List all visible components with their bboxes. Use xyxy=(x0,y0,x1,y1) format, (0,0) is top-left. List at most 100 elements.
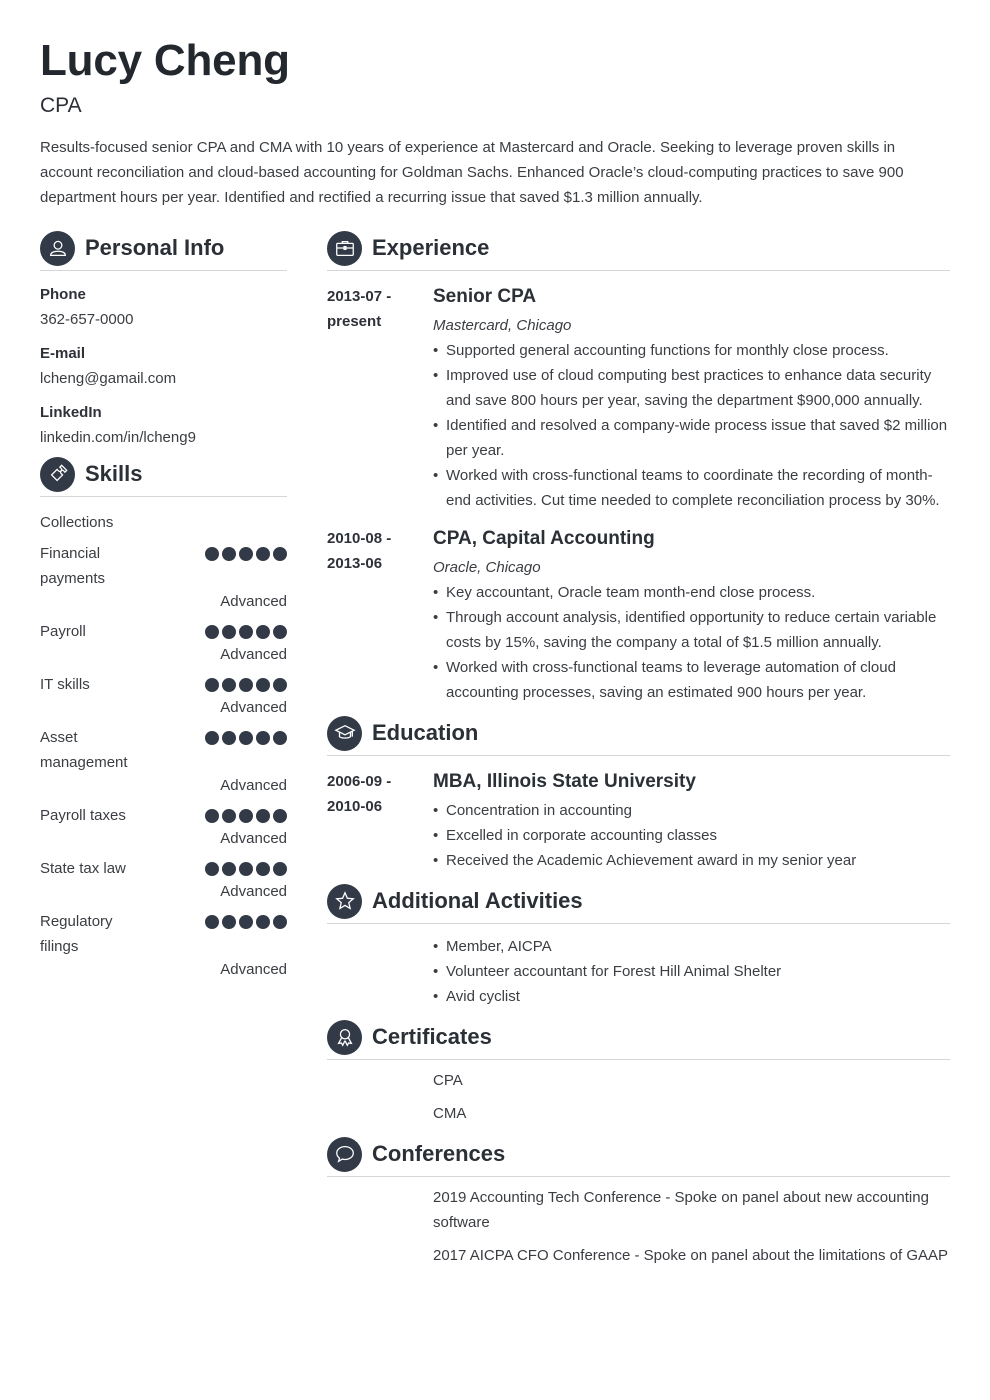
company-location: Oracle, Chicago xyxy=(433,559,541,576)
job-title: CPA, Capital Accounting xyxy=(433,528,655,549)
puzzle-icon xyxy=(40,456,75,492)
certificates-list: CPA CMA xyxy=(327,1068,950,1126)
section-header: Skills xyxy=(40,456,287,497)
rating-dot xyxy=(205,625,219,639)
info-value: 362-657-0000 xyxy=(40,311,134,328)
skill-name: Payroll xyxy=(40,623,86,640)
certificates-section: Certificates CPA CMA xyxy=(327,1019,950,1126)
info-label: Phone xyxy=(40,286,86,303)
skill-item: Payroll Advanced xyxy=(40,619,287,666)
date-end: present xyxy=(327,313,382,330)
section-header: Experience xyxy=(327,230,950,271)
rating-dot xyxy=(273,625,287,639)
bullet-item: Concentration in accounting xyxy=(433,798,950,823)
info-field-linkedin: LinkedIn linkedin.com/in/lcheng9 xyxy=(40,403,287,448)
skill-name: Regulatory filings xyxy=(40,913,113,955)
info-label: LinkedIn xyxy=(40,404,102,421)
rating-dot xyxy=(273,678,287,692)
rating-dot xyxy=(222,731,236,745)
section-title: Additional Activities xyxy=(372,888,583,913)
rating-dot xyxy=(273,862,287,876)
date-start: 2013-07 - xyxy=(327,288,392,305)
certificate-item: CMA xyxy=(433,1105,467,1122)
bullet-item: Received the Academic Achievement award … xyxy=(433,848,950,873)
rating-dot xyxy=(222,862,236,876)
entry-date: 2010-08 - 2013-06 xyxy=(327,526,433,705)
left-column: Personal Info Phone 362-657-0000 E-mail … xyxy=(40,230,287,981)
date-start: 2006-09 - xyxy=(327,773,392,790)
skill-name: Financial payments xyxy=(40,545,106,587)
rating-dot xyxy=(222,678,236,692)
entry-date: 2013-07 - present xyxy=(327,284,433,513)
skill-row: Payroll xyxy=(40,619,287,644)
section-title: Certificates xyxy=(372,1024,492,1049)
skill-row: Payroll taxes xyxy=(40,803,287,828)
rating-dot xyxy=(205,809,219,823)
right-column: Experience 2013-07 - present Senior CPA Mas… xyxy=(327,230,950,1268)
skills-list: Financial payments Advanced Payroll Advance… xyxy=(40,541,287,981)
info-field-email: E-mail lcheng@gamail.com xyxy=(40,344,287,389)
rating-dot xyxy=(205,862,219,876)
bullet-item: Worked with cross-functional teams to le… xyxy=(433,655,950,705)
star-icon xyxy=(327,883,362,919)
skill-name: IT skills xyxy=(40,676,90,693)
date-start: 2010-08 - xyxy=(327,530,392,547)
section-header: Additional Activities xyxy=(327,883,950,924)
summary-paragraph: Results-focused senior CPA and CMA with … xyxy=(40,139,904,206)
skill-row: Financial payments xyxy=(40,541,287,591)
skill-rating xyxy=(205,625,287,639)
conferences-section: Conferences 2019 Accounting Tech Confere… xyxy=(327,1136,950,1268)
info-value: lcheng@gamail.com xyxy=(40,370,177,387)
skill-level: Advanced xyxy=(220,646,287,663)
rating-dot xyxy=(222,547,236,561)
section-header: Personal Info xyxy=(40,230,287,271)
entry-date: 2006-09 - 2010-06 xyxy=(327,769,433,873)
skill-level: Advanced xyxy=(220,593,287,610)
section-title: Skills xyxy=(85,461,143,486)
job-title: Senior CPA xyxy=(433,286,537,307)
info-label: E-mail xyxy=(40,345,86,362)
bullet-item: Key accountant, Oracle team month-end cl… xyxy=(433,580,950,605)
conference-item: 2017 AICPA CFO Conference - Spoke on pan… xyxy=(433,1247,949,1264)
rating-dot xyxy=(222,809,236,823)
rating-dot xyxy=(239,547,253,561)
section-title: Conferences xyxy=(372,1141,506,1166)
experience-entry: 2013-07 - present Senior CPA Mastercard, Ch… xyxy=(327,284,950,513)
activities-section: Additional Activities Member, AICPA Volu… xyxy=(327,883,950,1009)
date-end: 2010-06 xyxy=(327,798,383,815)
skill-name: Asset management xyxy=(40,729,128,771)
info-value: linkedin.com/in/lcheng9 xyxy=(40,429,196,446)
skill-rating xyxy=(205,731,287,745)
bullet-item: Avid cyclist xyxy=(433,984,950,1009)
rating-dot xyxy=(239,678,253,692)
skill-level: Advanced xyxy=(220,830,287,847)
rating-dot xyxy=(222,915,236,929)
skill-row: IT skills xyxy=(40,672,287,697)
experience-list: 2013-07 - present Senior CPA Mastercard, Ch… xyxy=(327,284,950,705)
bullet-item: Identified and resolved a company-wide p… xyxy=(433,413,950,463)
degree-title: MBA, Illinois State University xyxy=(433,771,696,792)
entry-body: Senior CPA Mastercard, Chicago Supported g… xyxy=(433,284,950,513)
education-section: Education 2006-09 - 2010-06 MBA, Illinoi… xyxy=(327,715,950,873)
rating-dot xyxy=(239,625,253,639)
experience-entry: 2010-08 - 2013-06 CPA, Capital Accounting O… xyxy=(327,526,950,705)
info-field-phone: Phone 362-657-0000 xyxy=(40,285,287,330)
date-end: 2013-06 xyxy=(327,555,383,572)
rating-dot xyxy=(256,809,270,823)
activities-list: Member, AICPA Volunteer accountant for F… xyxy=(327,934,950,1009)
skill-level: Advanced xyxy=(220,883,287,900)
candidate-title: CPA xyxy=(40,94,82,117)
section-header: Conferences xyxy=(327,1136,950,1177)
section-header: Education xyxy=(327,715,950,756)
job-bullets: Supported general accounting functions f… xyxy=(433,338,950,513)
bullet-item: Member, AICPA xyxy=(433,934,950,959)
rating-dot xyxy=(205,731,219,745)
rating-dot xyxy=(205,915,219,929)
certificate-item: CPA xyxy=(433,1072,463,1089)
skill-row: Regulatory filings xyxy=(40,909,287,959)
rating-dot xyxy=(273,809,287,823)
bullet-item: Improved use of cloud computing best pra… xyxy=(433,363,950,413)
rating-dot xyxy=(273,547,287,561)
rating-dot xyxy=(256,678,270,692)
section-title: Personal Info xyxy=(85,235,225,260)
